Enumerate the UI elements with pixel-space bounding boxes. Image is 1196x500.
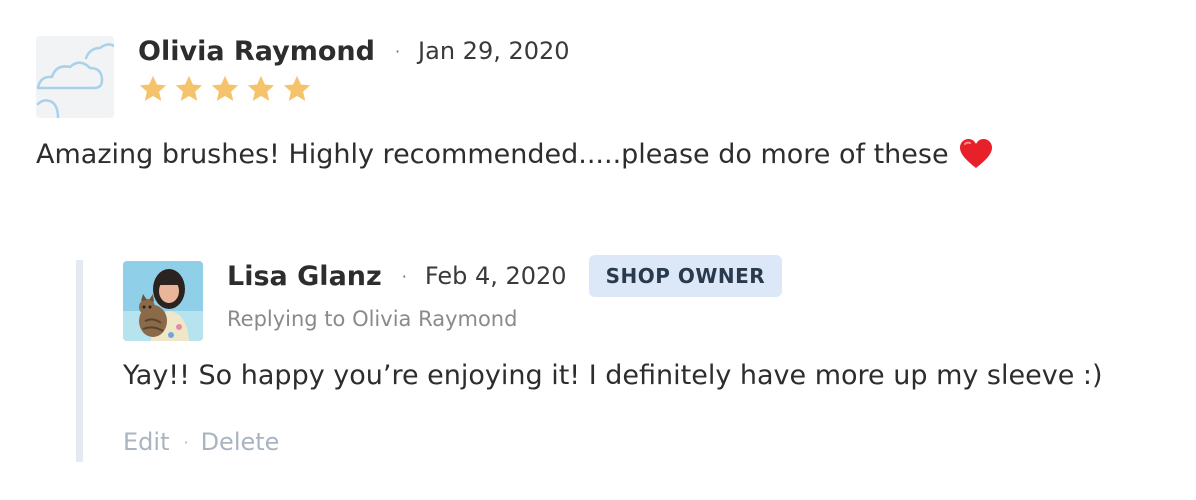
owner-avatar[interactable]	[123, 261, 203, 341]
review-text: Amazing brushes! Highly recommended.....…	[36, 138, 949, 170]
review: Olivia Raymond · Jan 29, 2020 Amazing br…	[36, 36, 1166, 170]
review-date: Jan 29, 2020	[418, 37, 570, 65]
edit-button[interactable]: Edit	[123, 428, 169, 456]
heart-icon	[959, 139, 992, 168]
review-header: Olivia Raymond · Jan 29, 2020	[36, 36, 1166, 118]
star-icon	[139, 75, 167, 101]
star-icon	[175, 75, 203, 101]
star-icon	[283, 75, 311, 101]
star-rating	[138, 74, 570, 104]
delete-button[interactable]: Delete	[201, 428, 280, 456]
separator-dot: ·	[401, 266, 407, 286]
cloud-icon	[36, 36, 114, 118]
reviewer-avatar[interactable]	[36, 36, 114, 118]
replying-to-label: Replying to Olivia Raymond	[227, 307, 518, 331]
reviewer-name[interactable]: Olivia Raymond	[138, 36, 375, 67]
owner-photo	[123, 261, 203, 341]
owner-reply: Lisa Glanz · Feb 4, 2020 SHOP OWNER Repl…	[76, 255, 1176, 462]
separator-dot: ·	[394, 41, 401, 61]
separator-dot: ·	[183, 432, 189, 452]
shop-owner-badge: SHOP OWNER	[588, 255, 783, 297]
review-text-row: Amazing brushes! Highly recommended.....…	[36, 138, 1166, 170]
reply-header: Lisa Glanz · Feb 4, 2020 SHOP OWNER Repl…	[123, 255, 783, 341]
reply-date: Feb 4, 2020	[424, 262, 567, 290]
star-icon	[211, 75, 239, 101]
reply-actions: Edit · Delete	[123, 428, 279, 456]
reply-indent-bar	[76, 260, 83, 462]
reply-text: Yay!! So happy you’re enjoying it! I def…	[123, 360, 1103, 391]
owner-name[interactable]: Lisa Glanz	[227, 261, 382, 292]
star-icon	[247, 75, 275, 101]
